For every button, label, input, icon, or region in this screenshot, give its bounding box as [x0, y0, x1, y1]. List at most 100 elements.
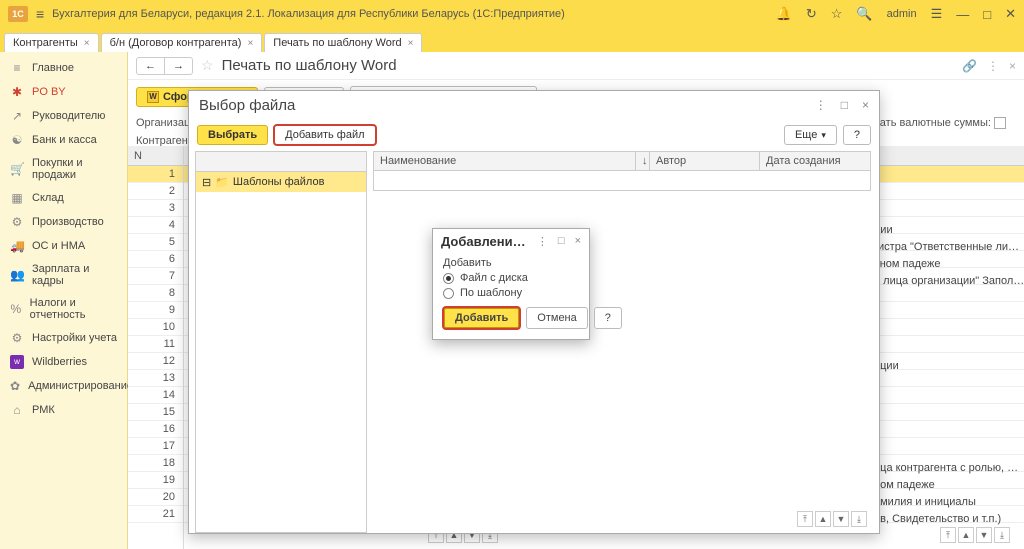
table-row: 5	[128, 234, 183, 251]
col-name[interactable]: Наименование	[374, 152, 636, 170]
table-row: 2	[128, 183, 183, 200]
sidebar-item-assets[interactable]: 🚚ОС и НМА	[0, 234, 127, 258]
close-icon[interactable]: ✕	[1005, 6, 1016, 22]
close-icon: ×	[247, 38, 253, 49]
more-icon[interactable]: ⋮	[537, 235, 548, 248]
sidebar-item-rmk[interactable]: ⌂РМК	[0, 398, 127, 422]
file-list[interactable]: Наименование ↓ Автор Дата создания	[373, 151, 871, 533]
box-icon: ▦	[10, 191, 24, 205]
table-row: 19	[128, 472, 183, 489]
help-button[interactable]: ?	[843, 125, 871, 145]
maximize-icon[interactable]: □	[841, 98, 848, 112]
currency-checkbox[interactable]	[994, 117, 1006, 129]
radio-icon	[443, 288, 454, 299]
star-icon[interactable]: ☆	[831, 6, 843, 22]
sidebar-item-production[interactable]: ⚙Производство	[0, 210, 127, 234]
table-row: 14	[128, 387, 183, 404]
tree-root: ⊟ 📁 Шаблоны файлов	[196, 172, 366, 192]
close-icon[interactable]: ×	[862, 98, 869, 112]
tab-print-word[interactable]: Печать по шаблону Word×	[264, 33, 422, 52]
sidebar-item-salary[interactable]: 👥Зарплата и кадры	[0, 258, 127, 292]
chevron-down-icon: ▾	[821, 130, 826, 141]
table-row: 17	[128, 438, 183, 455]
select-button[interactable]: Выбрать	[197, 125, 268, 145]
cancel-button[interactable]: Отмена	[526, 307, 587, 329]
truck-icon: 🚚	[10, 239, 24, 253]
add-dialog: Добавлени… ⋮ □ × Добавить Файл с диска П…	[432, 228, 590, 340]
link-icon[interactable]: 🔗	[962, 59, 977, 73]
table-row: 7	[128, 268, 183, 285]
word-icon: W	[147, 91, 159, 103]
menu-icon[interactable]: ≡	[36, 6, 44, 22]
sidebar-item-wildberries[interactable]: wWildberries	[0, 350, 127, 374]
close-icon[interactable]: ×	[575, 235, 581, 248]
tab-contract[interactable]: б/н (Договор контрагента)×	[101, 33, 263, 52]
sort-icon[interactable]: ↓	[636, 152, 650, 170]
star-icon: ✱	[10, 85, 24, 99]
table-row: 4	[128, 217, 183, 234]
tab-contractors[interactable]: Контрагенты×	[4, 33, 99, 52]
home-icon: ≡	[10, 61, 24, 75]
nav-arrows[interactable]: ←→	[136, 57, 193, 75]
radio-by-template[interactable]: По шаблону	[443, 287, 579, 299]
row-numbers: N 1 2 3 4 5 6 7 8 9 10 11 12 13 14 15 16…	[128, 146, 184, 549]
add-file-button[interactable]: Добавить файл	[274, 125, 375, 145]
titlebar: 1C ≡ Бухгалтерия для Беларуси, редакция …	[0, 0, 1024, 28]
favorite-icon[interactable]: ☆	[201, 57, 214, 74]
maximize-icon[interactable]: □	[558, 235, 565, 248]
close-page-icon[interactable]: ×	[1009, 59, 1016, 73]
table-row: 15	[128, 404, 183, 421]
table-row: 8	[128, 285, 183, 302]
table-row: 3	[128, 200, 183, 217]
more-button[interactable]: Еще ▾	[784, 125, 837, 145]
gear-icon: ⚙	[10, 215, 24, 229]
nav-sidebar: ≡Главное ✱PO BY ↗Руководителю ☯Банк и ка…	[0, 52, 128, 549]
document-tabs: Контрагенты× б/н (Договор контрагента)× …	[0, 28, 1024, 52]
collapse-icon: ⊟	[202, 176, 211, 189]
help-button[interactable]: ?	[594, 307, 622, 329]
sidebar-item-manager[interactable]: ↗Руководителю	[0, 104, 127, 128]
file-tree[interactable]: ⊟ 📁 Шаблоны файлов	[195, 151, 367, 533]
add-dialog-title: Добавлени…	[441, 234, 526, 249]
sidebar-item-main[interactable]: ≡Главное	[0, 56, 127, 80]
last-icon: ⤓	[851, 511, 867, 527]
chart-icon: ↗	[10, 109, 24, 123]
dialog-paginator[interactable]: ⤒▲▼⤓	[797, 511, 867, 527]
sidebar-item-warehouse[interactable]: ▦Склад	[0, 186, 127, 210]
table-row: 6	[128, 251, 183, 268]
col-date[interactable]: Дата создания	[760, 152, 870, 170]
history-icon[interactable]: ↻	[806, 6, 817, 22]
col-author[interactable]: Автор	[650, 152, 760, 170]
sidebar-item-settings[interactable]: ⚙Настройки учета	[0, 326, 127, 350]
add-button[interactable]: Добавить	[443, 307, 520, 329]
down-icon: ▼	[833, 511, 849, 527]
sidebar-item-admin[interactable]: ✿Администрирование	[0, 374, 127, 398]
bell-icon[interactable]: 🔔	[776, 6, 792, 22]
sidebar-item-poby[interactable]: ✱PO BY	[0, 80, 127, 104]
user-label[interactable]: admin	[887, 8, 917, 20]
sidebar-item-taxes[interactable]: %Налоги и отчетность	[0, 292, 127, 326]
table-row: 10	[128, 319, 183, 336]
radio-icon	[443, 273, 454, 284]
first-icon: ⤒	[797, 511, 813, 527]
more-icon[interactable]: ⋮	[815, 98, 827, 112]
close-icon: ×	[84, 38, 90, 49]
maximize-icon[interactable]: □	[983, 7, 991, 22]
table-row: 21	[128, 506, 183, 523]
table-row: 18	[128, 455, 183, 472]
minimize-icon[interactable]: —	[956, 7, 969, 22]
table-row: 13	[128, 370, 183, 387]
wb-icon: w	[10, 355, 24, 369]
more-icon[interactable]: ⋮	[987, 59, 999, 73]
search-icon[interactable]: 🔍	[856, 6, 872, 22]
forward-icon: →	[165, 58, 192, 74]
first-icon: ⤒	[940, 527, 956, 543]
sidebar-item-bank[interactable]: ☯Банк и касса	[0, 128, 127, 152]
paginator-right[interactable]: ⤒▲▼⤓	[940, 527, 1010, 543]
radio-from-disk[interactable]: Файл с диска	[443, 272, 579, 284]
folder-icon: 📁	[215, 176, 229, 189]
cart-icon: 🛒	[10, 162, 24, 176]
sidebar-item-sales[interactable]: 🛒Покупки и продажи	[0, 152, 127, 186]
filter-icon[interactable]: ☰	[931, 6, 943, 22]
col-n-header: N	[128, 146, 183, 166]
